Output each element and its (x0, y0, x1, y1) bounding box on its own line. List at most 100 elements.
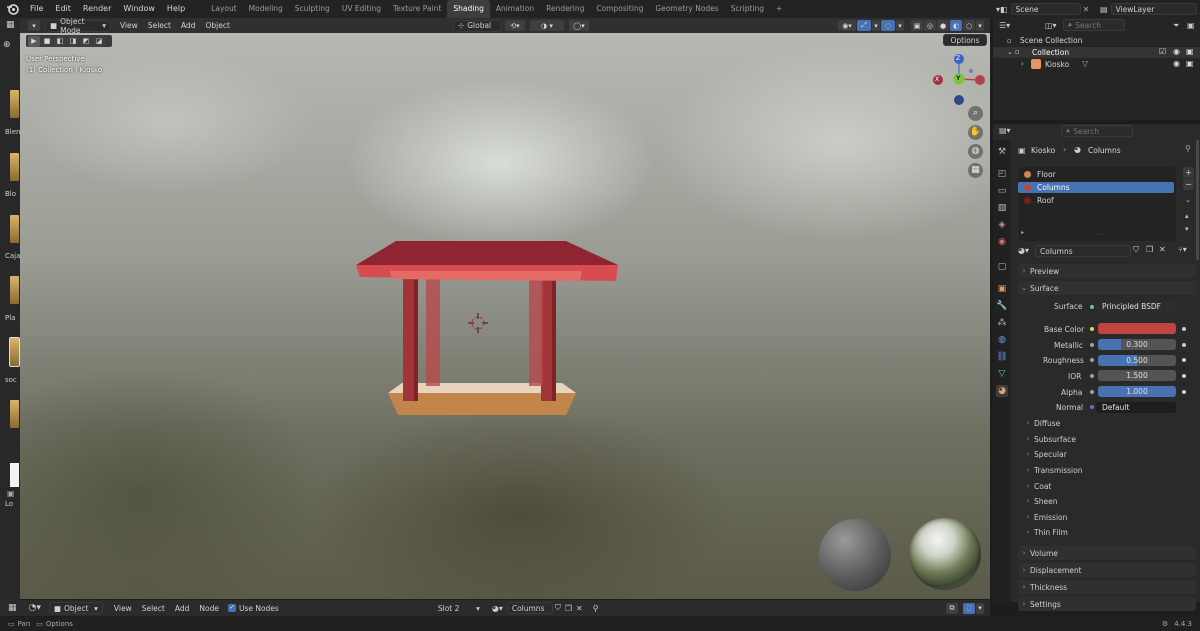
move-down-icon[interactable]: ▾ (1185, 225, 1189, 233)
asset-thumbnail[interactable] (10, 276, 19, 304)
outliner-search-input[interactable]: ⌕ Search (1063, 19, 1125, 31)
select-tool-icon[interactable]: ▶ (28, 35, 40, 47)
material-tab-icon[interactable]: ◕ (996, 385, 1008, 397)
editor-type-icon[interactable]: ▦ (8, 603, 17, 613)
asset-thumbnail[interactable] (10, 90, 19, 118)
physics-tab-icon[interactable]: ◍ (996, 334, 1008, 346)
slot-floor[interactable]: Floor (1018, 169, 1174, 180)
resize-grip-icon[interactable]: ⋯ (1096, 231, 1102, 238)
output-tab-icon[interactable]: ▭ (996, 185, 1008, 197)
duplicate-icon[interactable]: ❐ (1146, 245, 1153, 254)
overlay-dropdown-icon[interactable]: ▾ (896, 20, 904, 31)
fake-user-icon[interactable]: ⛉ (555, 603, 561, 613)
snap-icon[interactable]: ⧉ (946, 602, 958, 614)
tab-layout[interactable]: Layout (205, 0, 243, 18)
kiosko-model[interactable] (330, 233, 630, 433)
chevron-right-icon[interactable]: › (1021, 60, 1024, 68)
alpha-slider[interactable]: 1.000 (1098, 386, 1176, 397)
render-tab-icon[interactable]: ◰ (996, 168, 1008, 180)
visibility-icon[interactable]: ◉▾ (838, 20, 856, 31)
keyframe-dot-icon[interactable] (1182, 390, 1186, 394)
tab-geometry-nodes[interactable]: Geometry Nodes (649, 0, 724, 18)
eye-icon[interactable]: ◉ (1173, 59, 1180, 68)
menu-file[interactable]: File (24, 0, 49, 18)
volume-section[interactable]: › Volume (1018, 546, 1196, 560)
new-collection-icon[interactable]: ▣ (1187, 21, 1195, 30)
metallic-slider[interactable]: 0.300 (1098, 339, 1176, 350)
camera-view-icon[interactable]: ◍ (968, 144, 983, 159)
scene-field[interactable]: Scene (1010, 3, 1081, 15)
world-tab-icon[interactable]: ◉ (996, 236, 1008, 248)
menu-edit[interactable]: Edit (49, 0, 77, 18)
menu-help[interactable]: Help (161, 0, 191, 18)
remove-slot-button[interactable]: − (1183, 179, 1194, 190)
normal-field[interactable]: Default (1096, 402, 1176, 413)
collection-tab-icon[interactable]: ▢ (996, 261, 1008, 273)
rendered-shading-icon[interactable]: ○ (963, 20, 975, 31)
asset-thumbnail[interactable] (9, 337, 20, 367)
menu-window[interactable]: Window (117, 0, 161, 18)
surface-section[interactable]: ⌄ Surface (1018, 281, 1196, 295)
menu-select[interactable]: Select (143, 21, 176, 30)
viewlayer-selector[interactable]: ▤ ViewLayer (1100, 3, 1197, 15)
unlink-icon[interactable]: ✕ (576, 604, 583, 613)
add-slot-button[interactable]: + (1183, 167, 1194, 178)
surface-shader-field[interactable]: Principled BSDF (1096, 301, 1176, 312)
overlay-toggle-icon[interactable]: ◌ (963, 602, 975, 614)
tab-scripting[interactable]: Scripting (725, 0, 770, 18)
perspective-grid-icon[interactable]: ▦ (968, 163, 983, 178)
proportional-edit-icon[interactable]: ◯▾ (568, 20, 589, 31)
expand-icon[interactable]: ▸ (1021, 229, 1024, 236)
modifier-tab-icon[interactable]: 🔧 (996, 300, 1008, 312)
preview-section[interactable]: › Preview (1018, 264, 1196, 278)
scene-selector[interactable]: ▾◧ Scene ✕ (996, 3, 1089, 15)
keyframe-dot-icon[interactable] (1182, 374, 1186, 378)
scene-collection-label[interactable]: Scene Collection (1020, 36, 1082, 45)
emission-subsection[interactable]: › Emission (1022, 510, 1200, 524)
mode-dropdown[interactable]: ■ Object Mode ▾ (45, 17, 111, 35)
base-color-swatch[interactable] (1098, 323, 1176, 334)
constraints-tab-icon[interactable]: ⛓ (996, 351, 1008, 363)
thin-film-subsection[interactable]: › Thin Film (1022, 525, 1200, 539)
slot-roof[interactable]: Roof (1018, 195, 1174, 206)
diffuse-subsection[interactable]: › Diffuse (1022, 416, 1200, 430)
data-tab-icon[interactable]: ▽ (996, 368, 1008, 380)
pin-icon[interactable]: ⚲ (593, 604, 599, 613)
slot-dropdown[interactable]: Slot 2 ▾ (434, 602, 484, 614)
tab-texture-paint[interactable]: Texture Paint (387, 0, 447, 18)
menu-object[interactable]: Object (200, 21, 234, 30)
menu-render[interactable]: Render (77, 0, 117, 18)
select-invert-icon[interactable]: ◩ (80, 35, 92, 47)
properties-editor-icon[interactable]: ▤▾ (999, 126, 1011, 135)
close-icon[interactable]: ✕ (1083, 5, 1090, 14)
globe-icon[interactable]: ⊕ (3, 40, 11, 50)
settings-icon[interactable]: ⚙ (1162, 620, 1168, 628)
select-extend-icon[interactable]: ◧ (54, 35, 66, 47)
displacement-section[interactable]: › Displacement (1018, 563, 1196, 577)
keyframe-dot-icon[interactable] (1182, 327, 1186, 331)
eye-icon[interactable]: ◉ (1173, 47, 1180, 56)
menu-select[interactable]: Select (137, 604, 170, 613)
asset-thumbnail[interactable] (10, 215, 19, 243)
ior-field[interactable]: 1.500 (1098, 370, 1176, 381)
keyframe-dot-icon[interactable] (1182, 358, 1186, 362)
options-button[interactable]: Options (943, 34, 987, 46)
filter-icon[interactable]: ◫▾ (1045, 21, 1057, 30)
tab-sculpting[interactable]: Sculpting (289, 0, 336, 18)
pin-icon[interactable]: ⚲ (1185, 144, 1191, 153)
menu-view[interactable]: View (115, 21, 143, 30)
use-nodes-checkbox[interactable]: ✓ (227, 604, 236, 612)
overlay-toggle-icon[interactable]: ◌ (881, 20, 895, 31)
properties-scrollbar[interactable] (1196, 140, 1199, 260)
unlink-icon[interactable]: ✕ (1159, 245, 1166, 254)
material-browse-icon[interactable]: ◕▾ (1018, 246, 1029, 255)
move-up-icon[interactable]: ▴ (1185, 212, 1189, 220)
collection-row[interactable] (993, 47, 1200, 58)
editor-type-button[interactable]: ▾ (28, 20, 40, 31)
add-workspace-button[interactable]: + (770, 0, 788, 18)
material-name-field[interactable]: Columns (1035, 245, 1131, 257)
menu-node[interactable]: Node (194, 604, 224, 613)
wireframe-shading-icon[interactable]: ◎ (924, 20, 936, 31)
link-type-icon[interactable]: ⑂▾ (1178, 245, 1187, 254)
camera-icon[interactable]: ▣ (1186, 47, 1194, 56)
